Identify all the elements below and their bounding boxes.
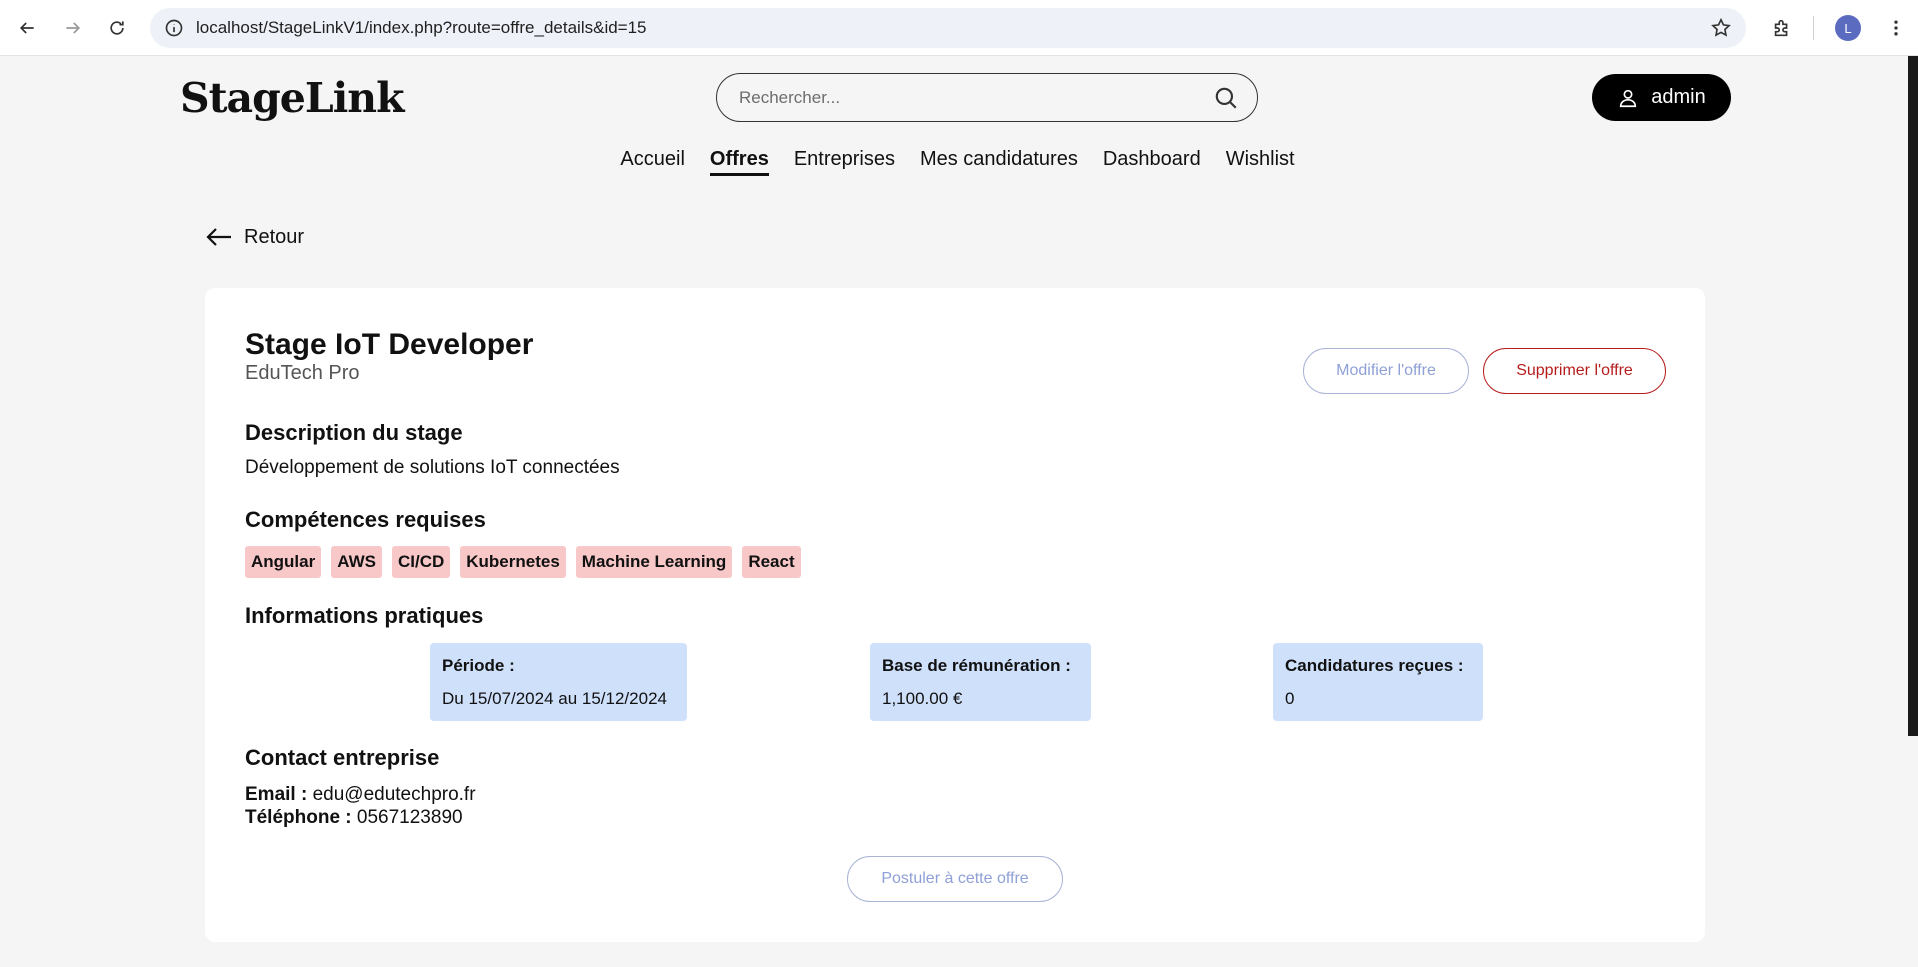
applications-value: 0 [1285, 689, 1295, 708]
back-arrow-icon[interactable] [13, 14, 41, 42]
search-input[interactable] [737, 84, 1197, 112]
applications-info-box: Candidatures reçues : 0 [1273, 643, 1483, 721]
skill-tag: Angular [245, 546, 322, 578]
delete-offer-button[interactable]: Supprimer l'offre [1483, 348, 1666, 394]
skill-tag: Machine Learning [575, 546, 733, 578]
search-icon[interactable] [1213, 85, 1239, 111]
url-text[interactable]: localhost/StageLinkV1/index.php?route=of… [196, 18, 647, 38]
period-value: Du 15/07/2024 au 15/12/2024 [442, 689, 667, 708]
user-account-button[interactable]: admin [1592, 74, 1731, 121]
nav-item-wishlist[interactable]: Wishlist [1226, 148, 1295, 176]
nav-item-entreprises[interactable]: Entreprises [794, 148, 895, 176]
back-link-label: Retour [244, 225, 305, 248]
skill-tag: CI/CD [391, 546, 451, 578]
email-label: Email : [245, 784, 308, 805]
address-bar[interactable]: localhost/StageLinkV1/index.php?route=of… [150, 8, 1746, 48]
description-text: Développement de solutions IoT connectée… [245, 457, 620, 478]
skill-tag: React [742, 546, 801, 578]
nav-item-accueil[interactable]: Accueil [620, 148, 684, 176]
forward-arrow-icon[interactable] [59, 14, 87, 42]
profile-avatar[interactable]: L [1835, 15, 1861, 41]
back-link[interactable]: Retour [204, 222, 304, 252]
salary-info-box: Base de rémunération : 1,100.00 € [870, 643, 1091, 721]
skills-list: Angular AWS CI/CD Kubernetes Machine Lea… [245, 546, 801, 578]
search-bar [716, 73, 1258, 122]
nav-item-mes-candidatures[interactable]: Mes candidatures [920, 148, 1078, 176]
apply-button[interactable]: Postuler à cette offre [847, 856, 1063, 902]
phone-value: 0567123890 [356, 807, 463, 828]
reload-icon[interactable] [103, 14, 131, 42]
period-label: Période : [442, 656, 515, 675]
skill-tag: Kubernetes [460, 546, 566, 578]
bookmark-star-icon[interactable] [1710, 17, 1732, 39]
phone-label: Téléphone : [245, 807, 352, 828]
nav-item-dashboard[interactable]: Dashboard [1103, 148, 1201, 176]
nav-item-offres[interactable]: Offres [709, 148, 769, 176]
kebab-menu-icon[interactable] [1882, 14, 1910, 42]
offer-title: Stage IoT Developer [245, 328, 534, 361]
arrow-left-icon [206, 228, 231, 246]
applications-label: Candidatures reçues : [1285, 656, 1464, 675]
toolbar-divider [1813, 16, 1814, 40]
site-logo[interactable]: StageLink [180, 74, 404, 122]
site-info-icon[interactable] [164, 18, 184, 38]
skills-heading: Compétences requises [245, 507, 486, 532]
practical-info-heading: Informations pratiques [245, 603, 484, 628]
contact-phone: Téléphone : 0567123890 [245, 807, 463, 829]
company-name: EduTech Pro [245, 362, 360, 384]
browser-toolbar: localhost/StageLinkV1/index.php?route=of… [0, 0, 1918, 56]
extensions-puzzle-icon[interactable] [1768, 14, 1796, 42]
contact-email: Email : edu@edutechpro.fr [245, 784, 476, 806]
description-heading: Description du stage [245, 420, 463, 445]
main-navigation: Accueil Offres Entreprises Mes candidatu… [0, 148, 1918, 176]
edit-offer-button[interactable]: Modifier l'offre [1303, 348, 1469, 394]
offer-details-card: Stage IoT Developer EduTech Pro Modifier… [205, 288, 1705, 942]
salary-label: Base de rémunération : [882, 656, 1071, 675]
salary-value: 1,100.00 € [882, 689, 963, 708]
period-info-box: Période : Du 15/07/2024 au 15/12/2024 [430, 643, 687, 721]
user-name: admin [1651, 86, 1706, 108]
contact-heading: Contact entreprise [245, 745, 440, 770]
skill-tag: AWS [331, 546, 382, 578]
email-value[interactable]: edu@edutechpro.fr [313, 784, 476, 805]
user-icon [1620, 89, 1637, 107]
